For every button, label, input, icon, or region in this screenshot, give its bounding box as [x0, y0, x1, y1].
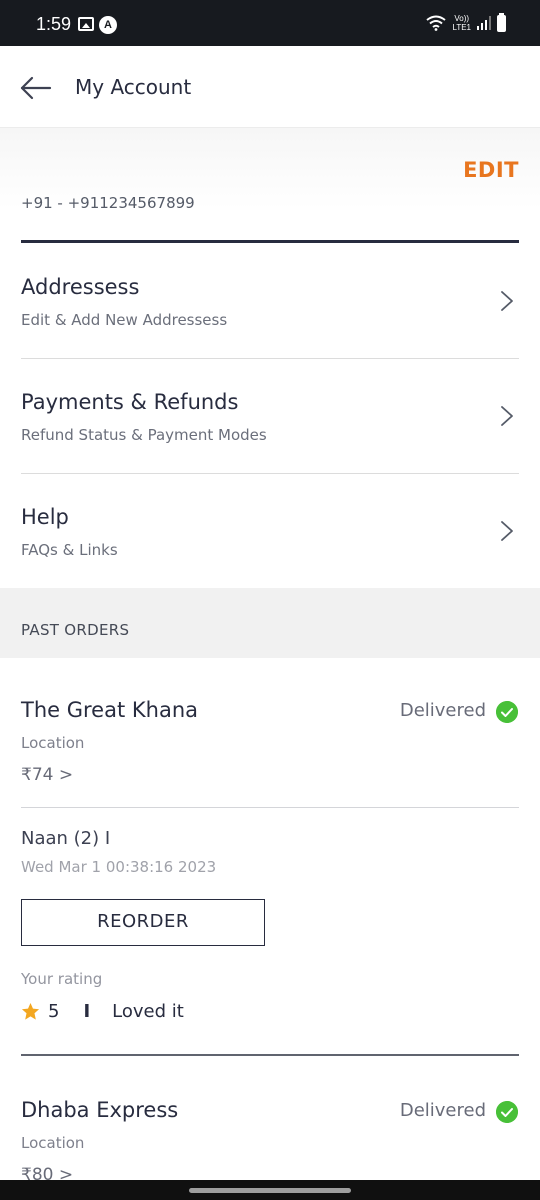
lte-label: LTE1 [452, 23, 471, 32]
gallery-notification-icon [78, 17, 94, 31]
order-items: Naan (2) I [21, 828, 111, 849]
chevron-right-icon [501, 291, 513, 311]
volte-label: Vo)) [454, 14, 470, 23]
app-notification-icon: A [99, 16, 117, 34]
delivered-check-icon [496, 1101, 518, 1123]
wifi-icon [426, 15, 447, 31]
status-bar: 1:59 A Vo)) LTE1 [0, 0, 540, 46]
delivered-check-icon [496, 701, 518, 723]
battery-icon [497, 12, 506, 32]
order-date: Wed Mar 1 00:38:16 2023 [21, 858, 217, 876]
restaurant-name[interactable]: Dhaba Express [21, 1098, 178, 1122]
rating-row: 5 I Loved it [21, 1001, 184, 1022]
menu-item-subtitle: FAQs & Links [21, 541, 118, 559]
status-time: 1:59 [36, 14, 72, 34]
network-type-label: Vo)) LTE1 [452, 14, 471, 32]
menu-item-subtitle: Edit & Add New Addressess [21, 311, 228, 329]
edit-profile-button[interactable]: EDIT [463, 158, 519, 182]
past-orders-header: PAST ORDERS [0, 588, 540, 658]
rating-text: Loved it [112, 1001, 184, 1022]
past-orders-label: PAST ORDERS [21, 621, 130, 639]
order-price-link[interactable]: ₹74 > [21, 765, 73, 785]
menu-item-title: Addressess [21, 275, 140, 299]
profile-divider [21, 240, 519, 243]
back-arrow-icon[interactable] [18, 73, 54, 103]
order-location: Location [21, 1134, 85, 1152]
profile-section: EDIT +91 - +911234567899 [0, 128, 540, 244]
restaurant-name[interactable]: The Great Khana [21, 698, 198, 722]
rating-separator: I [83, 1001, 91, 1022]
rating-value: 5 [48, 1001, 60, 1022]
menu-item-addresses[interactable]: Addressess Edit & Add New Addressess [0, 244, 540, 359]
system-navigation-bar [0, 1180, 540, 1200]
app-header: My Account [0, 46, 540, 128]
reorder-button[interactable]: REORDER [21, 899, 265, 946]
status-indicators: Vo)) LTE1 [426, 12, 506, 32]
order-card: The Great Khana Delivered Location ₹74 >… [0, 658, 540, 1058]
menu-item-help[interactable]: Help FAQs & Links [0, 474, 540, 589]
order-divider [21, 807, 519, 808]
chevron-right-icon [501, 406, 513, 426]
phone-number: +91 - +911234567899 [21, 194, 195, 212]
rating-label: Your rating [21, 970, 103, 988]
order-card: Dhaba Express Delivered Location ₹80 > [0, 1058, 540, 1200]
menu-item-title: Payments & Refunds [21, 390, 239, 414]
star-icon [21, 1002, 40, 1020]
chevron-right-icon [501, 521, 513, 541]
home-gesture-handle[interactable] [189, 1188, 351, 1193]
page-title: My Account [75, 75, 192, 99]
order-status: Delivered [399, 700, 486, 721]
menu-item-payments-refunds[interactable]: Payments & Refunds Refund Status & Payme… [0, 359, 540, 474]
signal-icon [477, 16, 491, 30]
order-card-divider [21, 1054, 519, 1056]
menu-item-title: Help [21, 505, 69, 529]
order-status: Delivered [399, 1100, 486, 1121]
menu-item-subtitle: Refund Status & Payment Modes [21, 426, 267, 444]
order-location: Location [21, 734, 85, 752]
